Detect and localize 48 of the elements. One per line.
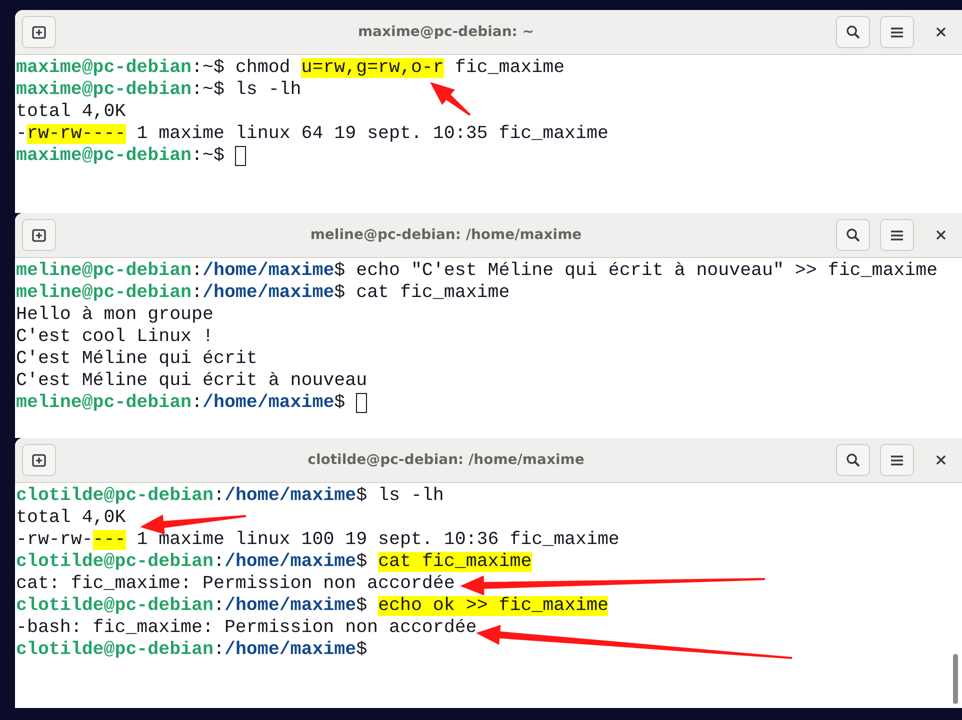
terminal-line: meline@pc-debian:/home/maxime$ cat fic_maxime <box>16 282 510 304</box>
window-title: meline@pc-debian: /home/maxime <box>309 227 583 243</box>
terminal-line: meline@pc-debian:/home/maxime$ echo "C'est Méline qui écrit à nouveau" >> fic_maxime <box>16 260 938 282</box>
close-icon <box>936 230 946 240</box>
new-tab-button[interactable] <box>22 219 56 251</box>
new-tab-icon <box>32 453 46 467</box>
new-tab-icon <box>32 228 46 242</box>
close-icon <box>936 27 946 37</box>
search-icon <box>846 25 860 39</box>
text-cursor <box>356 393 368 413</box>
menu-icon <box>891 454 903 466</box>
search-button[interactable] <box>836 444 870 476</box>
terminal-line: maxime@pc-debian:~$ <box>16 145 226 167</box>
text-cursor <box>235 146 246 166</box>
terminal-line: cat: fic_maxime: Permission non accordée <box>16 573 455 595</box>
terminal-line: clotilde@pc-debian:/home/maxime$ ls -lh <box>16 485 444 507</box>
arrow-annotation <box>430 82 471 116</box>
search-icon <box>846 453 860 467</box>
terminal-line: maxime@pc-debian:~$ chmod u=rw,g=rw,o-r fic_maxime <box>16 57 565 79</box>
menu-button[interactable] <box>880 16 914 48</box>
terminal-line: meline@pc-debian:/home/maxime$ <box>16 392 346 414</box>
window-title: maxime@pc-debian: ~ <box>356 24 536 40</box>
terminal-line: -bash: fic_maxime: Permission non accordée <box>16 617 477 639</box>
terminal-line: clotilde@pc-debian:/home/maxime$ echo ok >> fic_maxime <box>16 595 608 617</box>
terminal-line: C'est cool Linux ! <box>16 326 214 348</box>
window-title: clotilde@pc-debian: /home/maxime <box>306 452 586 468</box>
new-tab-button[interactable] <box>22 16 56 48</box>
terminal-line: total 4,0K <box>16 507 126 529</box>
menu-button[interactable] <box>880 219 914 251</box>
search-icon <box>846 228 860 242</box>
terminal-line: maxime@pc-debian:~$ ls -lh <box>16 79 302 101</box>
new-tab-icon <box>32 25 46 39</box>
search-button[interactable] <box>836 16 870 48</box>
terminal-line: C'est Méline qui écrit <box>16 348 258 370</box>
terminal-line: Hello à mon groupe <box>16 304 214 326</box>
close-icon <box>936 455 946 465</box>
menu-icon <box>891 230 903 240</box>
menu-button[interactable] <box>880 444 914 476</box>
menu-icon <box>891 26 903 38</box>
terminal-line: -rw-rw---- 1 maxime linux 64 19 sept. 10:35 fic_maxime <box>16 123 608 145</box>
terminal-line: clotilde@pc-debian:/home/maxime$ cat fic_maxime <box>16 551 532 573</box>
scrollbar[interactable] <box>953 654 958 704</box>
new-tab-button[interactable] <box>22 444 56 476</box>
terminal-line: clotilde@pc-debian:/home/maxime$ <box>16 639 368 661</box>
search-button[interactable] <box>836 219 870 251</box>
terminal-line: total 4,0K <box>16 101 126 123</box>
terminal-line: C'est Méline qui écrit à nouveau <box>16 370 368 392</box>
terminal-line: -rw-rw---- 1 maxime linux 100 19 sept. 10:36 fic_maxime <box>16 529 620 551</box>
